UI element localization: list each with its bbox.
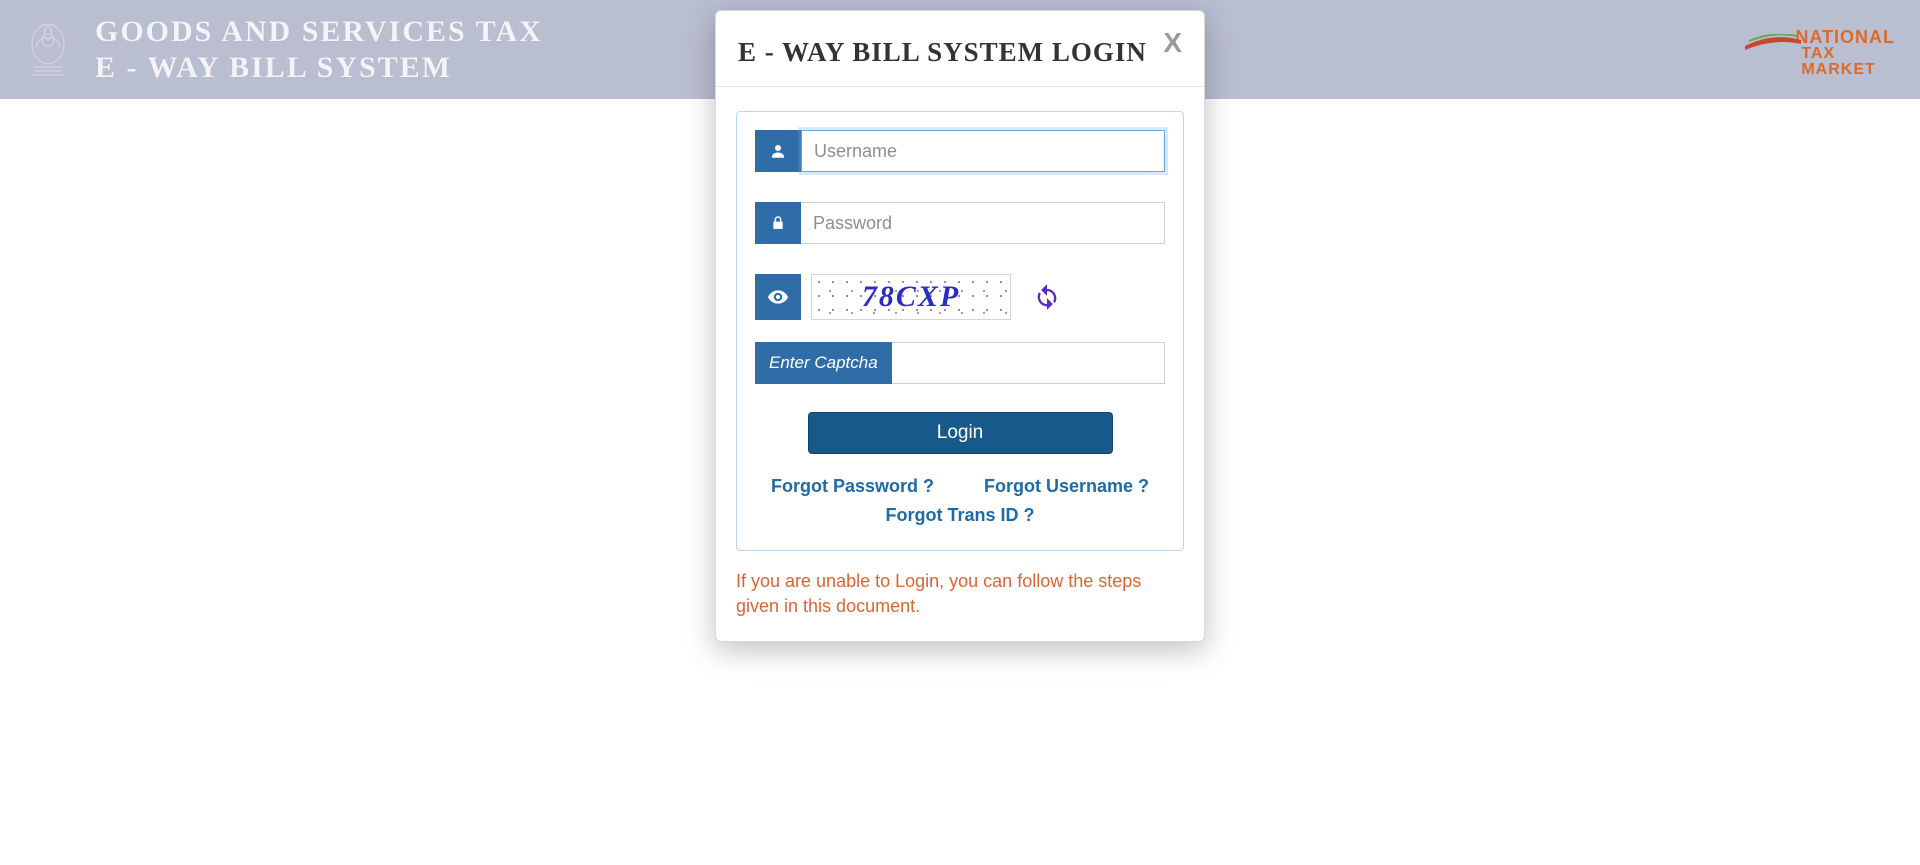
password-row [755, 202, 1165, 244]
refresh-captcha-button[interactable] [1031, 281, 1063, 313]
logo-line2: TAX [1801, 46, 1895, 62]
login-button[interactable]: Login [808, 412, 1113, 454]
captcha-input-label: Enter Captcha [755, 342, 892, 384]
captcha-input-row: Enter Captcha [755, 342, 1165, 384]
captcha-input[interactable] [892, 342, 1165, 384]
username-row [755, 130, 1165, 172]
login-panel: 78CXP Enter Captcha Login Forgot Passwor… [736, 111, 1184, 551]
captcha-image: 78CXP [811, 274, 1011, 320]
login-help-text[interactable]: If you are unable to Login, you can foll… [736, 569, 1184, 619]
national-tax-market-logo: NATIONAL TAX MARKET [1795, 28, 1895, 78]
site-title-line1: GOODS AND SERVICES TAX [95, 14, 543, 50]
lock-icon [755, 202, 801, 244]
captcha-text: 78CXP [812, 275, 1010, 319]
captcha-display-row: 78CXP [755, 274, 1165, 320]
site-title-line2: E - WAY BILL SYSTEM [95, 50, 543, 86]
password-input[interactable] [801, 202, 1165, 244]
forgot-password-link[interactable]: Forgot Password ? [771, 472, 934, 501]
modal-header: E - WAY BILL SYSTEM LOGIN X [716, 11, 1204, 87]
modal-title: E - WAY BILL SYSTEM LOGIN [738, 37, 1182, 68]
username-input[interactable] [801, 130, 1165, 172]
national-emblem-icon [20, 15, 75, 85]
site-title: GOODS AND SERVICES TAX E - WAY BILL SYST… [95, 14, 543, 86]
eye-icon [755, 274, 801, 320]
login-modal: E - WAY BILL SYSTEM LOGIN X [715, 10, 1205, 642]
login-links: Forgot Password ? Forgot Username ? Forg… [755, 472, 1165, 530]
user-icon [755, 130, 801, 172]
forgot-transid-link[interactable]: Forgot Trans ID ? [885, 505, 1034, 525]
logo-line3: MARKET [1801, 62, 1895, 78]
close-button[interactable]: X [1163, 27, 1182, 59]
logo-line1: NATIONAL [1795, 28, 1895, 46]
forgot-username-link[interactable]: Forgot Username ? [984, 472, 1149, 501]
